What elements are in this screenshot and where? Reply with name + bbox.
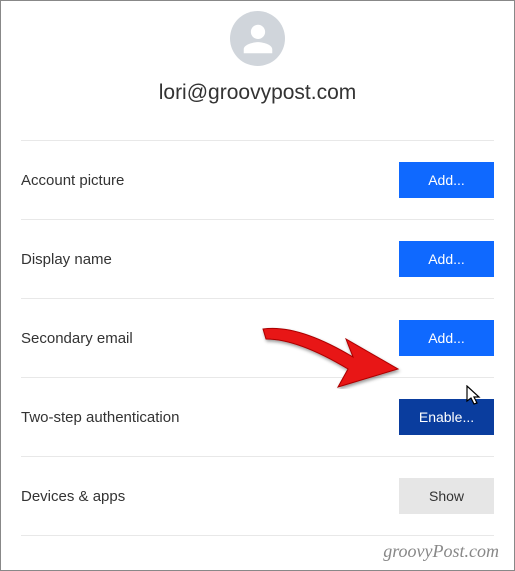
- setting-label: Secondary email: [21, 330, 133, 347]
- setting-label: Display name: [21, 251, 112, 268]
- avatar: [230, 11, 285, 66]
- watermark: groovyPost.com: [383, 541, 499, 562]
- add-display-name-button[interactable]: Add...: [399, 241, 494, 277]
- account-email: lori@groovypost.com: [21, 81, 494, 105]
- setting-label: Devices & apps: [21, 488, 125, 505]
- setting-row-account-picture: Account picture Add...: [21, 141, 494, 220]
- setting-row-display-name: Display name Add...: [21, 220, 494, 299]
- add-secondary-email-button[interactable]: Add...: [399, 320, 494, 356]
- setting-row-two-step-auth: Two-step authentication Enable...: [21, 378, 494, 457]
- show-devices-button[interactable]: Show: [399, 478, 494, 514]
- setting-label: Two-step authentication: [21, 409, 179, 426]
- enable-two-step-button[interactable]: Enable...: [399, 399, 494, 435]
- add-account-picture-button[interactable]: Add...: [399, 162, 494, 198]
- setting-label: Account picture: [21, 172, 124, 189]
- settings-list: Account picture Add... Display name Add.…: [21, 140, 494, 536]
- user-icon: [239, 20, 277, 58]
- setting-row-devices-apps: Devices & apps Show: [21, 457, 494, 536]
- setting-row-secondary-email: Secondary email Add...: [21, 299, 494, 378]
